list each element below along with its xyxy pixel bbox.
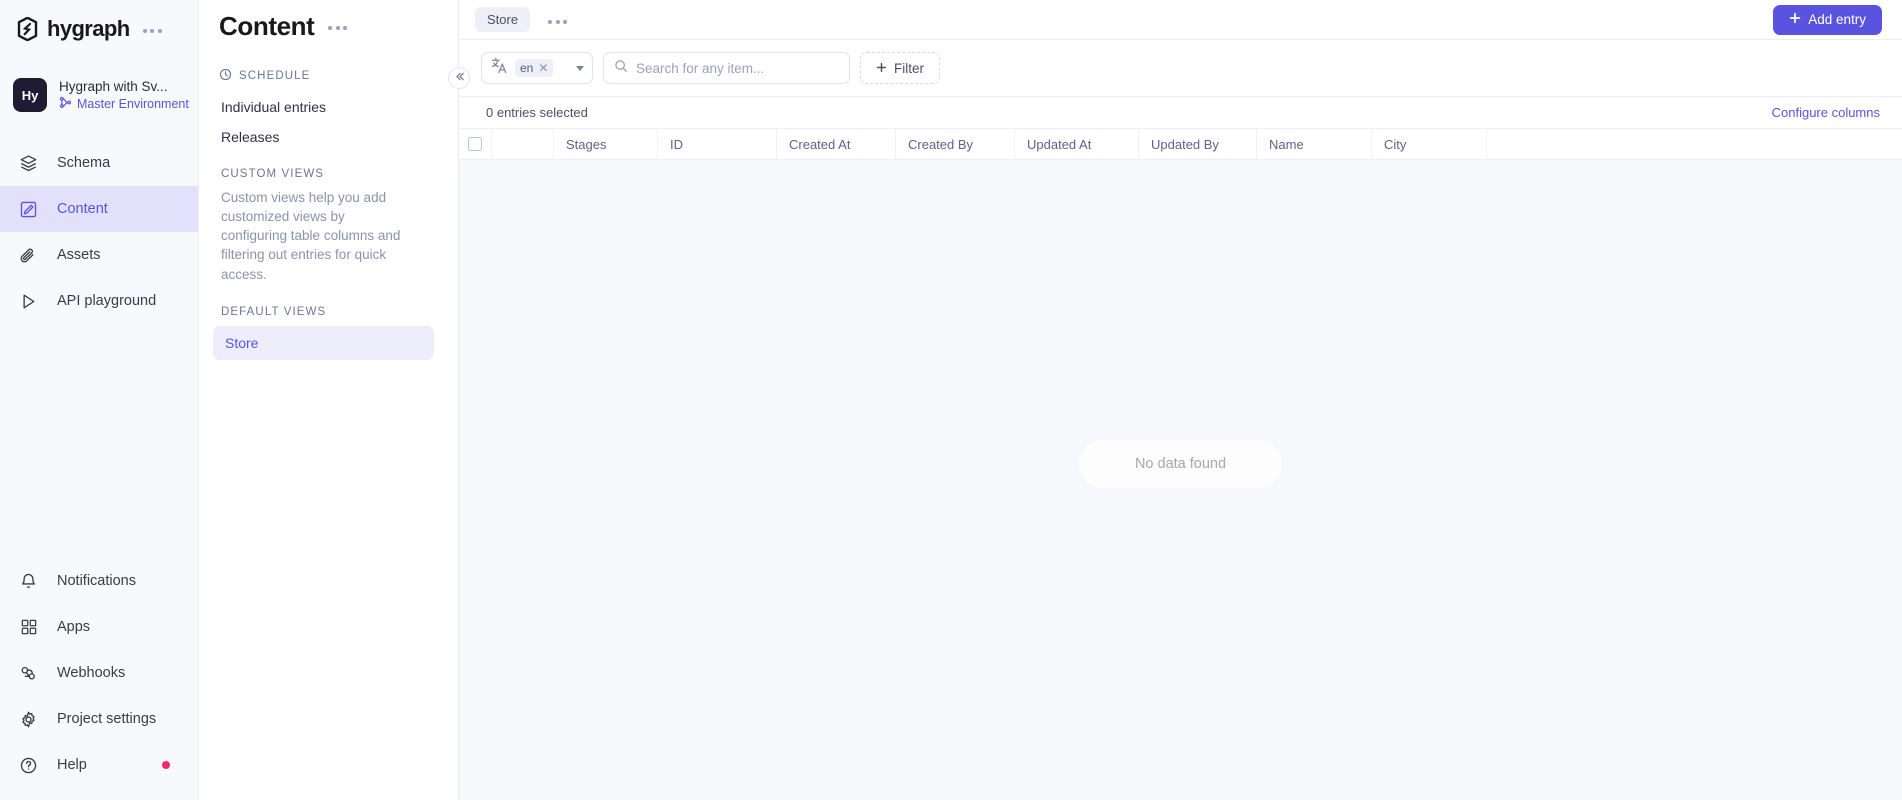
brand-header[interactable]: hygraph bbox=[0, 0, 198, 58]
sidebar-item-api-playground[interactable]: API playground bbox=[0, 278, 198, 324]
table-header-spacer bbox=[492, 129, 554, 159]
sidebar-item-label: API playground bbox=[57, 293, 157, 309]
table-header: Stages ID Created At Created By Updated … bbox=[459, 129, 1902, 160]
plus-icon bbox=[1789, 12, 1801, 27]
section-label-text: CUSTOM VIEWS bbox=[221, 168, 325, 180]
layers-icon bbox=[18, 153, 39, 174]
empty-state-message: No data found bbox=[1078, 440, 1283, 488]
content-toolbar: en ✕ Filter bbox=[448, 40, 1902, 97]
hygraph-logo-icon bbox=[17, 17, 38, 41]
sidebar-item-project-settings[interactable]: Project settings bbox=[0, 696, 198, 742]
column-header-filler bbox=[1487, 129, 1902, 159]
sidebar-item-label: Content bbox=[57, 201, 108, 217]
section-label-schedule: SCHEDULE bbox=[199, 68, 458, 84]
column-header-name[interactable]: Name bbox=[1257, 129, 1372, 159]
brand-name: hygraph bbox=[47, 16, 130, 41]
locale-selector[interactable]: en ✕ bbox=[481, 52, 593, 84]
sidebar-item-label: Schema bbox=[57, 155, 111, 171]
sidebar-item-assets[interactable]: Assets bbox=[0, 232, 198, 278]
table-body: No data found bbox=[459, 160, 1902, 800]
search-field[interactable] bbox=[603, 52, 850, 84]
column-header-updated-by[interactable]: Updated By bbox=[1139, 129, 1257, 159]
panel-item-individual-entries[interactable]: Individual entries bbox=[213, 92, 444, 122]
translate-icon bbox=[491, 57, 508, 79]
chevron-down-icon[interactable] bbox=[576, 65, 584, 71]
sidebar-item-label: Help bbox=[57, 757, 87, 773]
select-all-checkbox[interactable] bbox=[468, 137, 482, 151]
section-label-text: DEFAULT VIEWS bbox=[221, 305, 327, 318]
clock-icon bbox=[219, 68, 232, 84]
primary-nav: Schema Content Assets API playground bbox=[0, 140, 198, 324]
sidebar-item-apps[interactable]: Apps bbox=[0, 604, 198, 650]
filter-button[interactable]: Filter bbox=[860, 52, 940, 84]
sidebar-item-content[interactable]: Content bbox=[0, 186, 198, 232]
section-label-default-views: DEFAULT VIEWS bbox=[199, 306, 458, 318]
custom-views-description: Custom views help you add customized vie… bbox=[221, 190, 401, 282]
sidebar-item-webhooks[interactable]: Webhooks bbox=[0, 650, 198, 696]
grid-icon bbox=[18, 617, 39, 638]
sidebar-item-notifications[interactable]: Notifications bbox=[0, 558, 198, 604]
environment-row[interactable]: Master Environment bbox=[59, 96, 189, 112]
selection-bar: 0 entries selected Configure columns bbox=[459, 97, 1902, 129]
select-all-cell[interactable] bbox=[459, 129, 492, 159]
ellipsis-icon[interactable] bbox=[328, 26, 348, 30]
play-icon bbox=[18, 291, 39, 312]
ellipsis-icon[interactable] bbox=[548, 19, 568, 24]
column-header-stages[interactable]: Stages bbox=[554, 129, 658, 159]
search-icon bbox=[614, 59, 628, 78]
sidebar-item-label: Apps bbox=[57, 619, 91, 635]
sidebar-item-label: Notifications bbox=[57, 573, 136, 589]
primary-sidebar: hygraph Hy Hygraph with Sv... Master Env… bbox=[0, 0, 199, 800]
close-icon[interactable]: ✕ bbox=[538, 61, 548, 75]
avatar: Hy bbox=[13, 78, 47, 112]
tab-store[interactable]: Store bbox=[475, 7, 531, 32]
secondary-nav: Notifications Apps Webhooks Project sett… bbox=[0, 558, 198, 800]
configure-columns-link[interactable]: Configure columns bbox=[1772, 105, 1880, 120]
column-header-created-at[interactable]: Created At bbox=[777, 129, 896, 159]
chevrons-left-icon bbox=[454, 71, 465, 85]
default-view-store[interactable]: Store bbox=[213, 325, 434, 360]
main-topbar: Store Add entry bbox=[459, 0, 1902, 40]
column-header-updated-at[interactable]: Updated At bbox=[1015, 129, 1139, 159]
project-info: Hygraph with Sv... Master Environment bbox=[59, 78, 189, 112]
sidebar-item-label: Webhooks bbox=[57, 665, 126, 681]
filter-label: Filter bbox=[894, 60, 924, 76]
bell-icon bbox=[18, 571, 39, 592]
column-header-city[interactable]: City bbox=[1372, 129, 1487, 159]
sidebar-item-label: Assets bbox=[57, 247, 101, 263]
app-root: hygraph Hy Hygraph with Sv... Master Env… bbox=[0, 0, 1902, 800]
project-name: Hygraph with Sv... bbox=[59, 78, 168, 94]
column-header-id[interactable]: ID bbox=[658, 129, 777, 159]
branch-icon bbox=[59, 96, 72, 112]
collapse-panel-button[interactable] bbox=[448, 67, 470, 89]
section-label-text: SCHEDULE bbox=[239, 70, 311, 82]
help-badge-dot bbox=[162, 761, 170, 769]
paperclip-icon bbox=[18, 245, 39, 266]
sidebar-item-label: Project settings bbox=[57, 711, 157, 727]
column-header-created-by[interactable]: Created By bbox=[896, 129, 1015, 159]
panel-item-releases[interactable]: Releases bbox=[213, 122, 444, 152]
webhook-icon bbox=[18, 663, 39, 684]
environment-name: Master Environment bbox=[77, 96, 189, 111]
locale-code: en bbox=[520, 61, 534, 75]
gear-icon bbox=[18, 709, 39, 730]
section-label-custom-views: CUSTOM VIEWS bbox=[199, 168, 458, 180]
locale-chip: en ✕ bbox=[515, 59, 554, 77]
selection-count: 0 entries selected bbox=[486, 105, 588, 120]
question-circle-icon bbox=[18, 755, 39, 776]
ellipsis-icon[interactable] bbox=[142, 29, 162, 33]
add-entry-button[interactable]: Add entry bbox=[1773, 4, 1882, 35]
project-switcher[interactable]: Hy Hygraph with Sv... Master Environment bbox=[0, 72, 198, 118]
sidebar-item-help[interactable]: Help bbox=[0, 742, 198, 788]
sidebar-item-schema[interactable]: Schema bbox=[0, 140, 198, 186]
search-input[interactable] bbox=[636, 60, 839, 76]
content-panel: Content SCHEDULE Individual entries Rele… bbox=[199, 0, 459, 800]
plus-icon bbox=[876, 61, 887, 76]
add-entry-label: Add entry bbox=[1808, 12, 1866, 27]
panel-header: Content bbox=[199, 0, 458, 52]
page-title: Content bbox=[219, 10, 315, 41]
main-area: Store Add entry en ✕ Search for any item… bbox=[448, 0, 1902, 800]
edit-square-icon bbox=[18, 199, 39, 220]
